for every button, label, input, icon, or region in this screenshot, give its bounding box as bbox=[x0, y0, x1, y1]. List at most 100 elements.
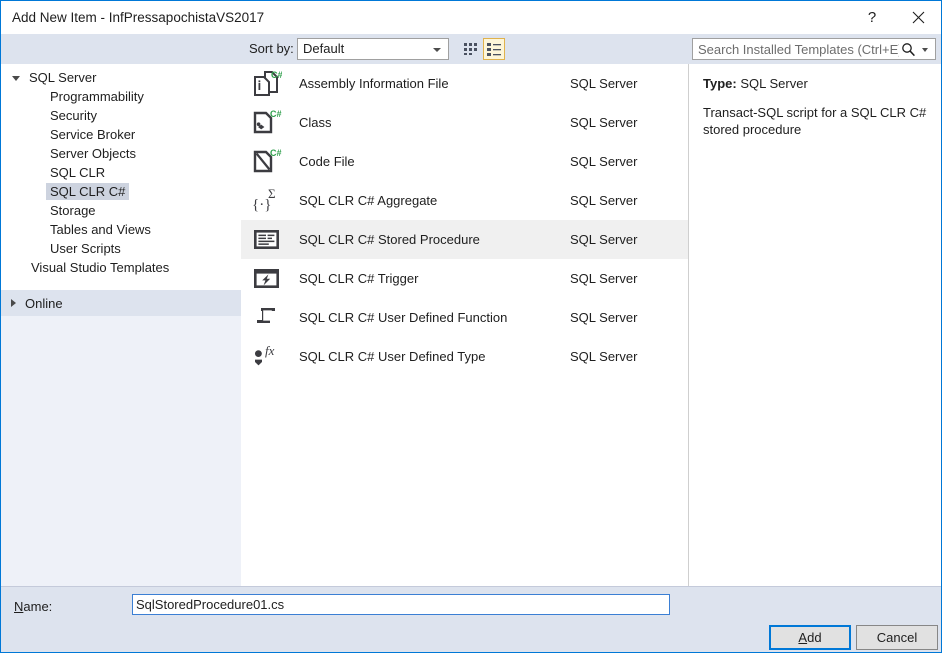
sidebar-group-online[interactable]: Online bbox=[1, 289, 241, 316]
csharp-file-icon: C# bbox=[251, 68, 283, 100]
template-list-item[interactable]: SQL CLR C# Stored Procedure SQL Server bbox=[241, 220, 688, 259]
template-item-origin: SQL Server bbox=[570, 271, 638, 286]
template-list-item[interactable]: fx SQL CLR C# User Defined Type SQL Server bbox=[241, 337, 688, 376]
sidebar-group-online-label: Online bbox=[25, 295, 63, 311]
template-item-name: SQL CLR C# User Defined Function bbox=[299, 310, 508, 325]
svg-text:fx: fx bbox=[265, 343, 275, 358]
csharp-code-file-icon: C# bbox=[251, 146, 283, 178]
search-input[interactable] bbox=[693, 39, 901, 59]
sidebar-tree-item-label: Service Broker bbox=[50, 127, 136, 142]
template-description: Transact-SQL script for a SQL CLR C# sto… bbox=[703, 105, 927, 137]
add-button[interactable]: Add bbox=[769, 625, 851, 650]
template-list-item[interactable]: C# Assembly Information File SQL Server bbox=[241, 64, 688, 103]
sidebar-tree-item[interactable]: Visual Studio Templates bbox=[1, 258, 241, 277]
chevron-down-icon[interactable] bbox=[12, 76, 20, 81]
template-list-item[interactable]: SQL CLR C# User Defined Function SQL Serv… bbox=[241, 298, 688, 337]
template-category-tree: SQL Server Programmability Security Service… bbox=[1, 64, 241, 289]
sort-by-value: Default bbox=[303, 41, 345, 56]
sidebar-tree-item-label: Visual Studio Templates bbox=[31, 260, 170, 275]
list-view-icon bbox=[487, 43, 501, 56]
csharp-class-icon: C# bbox=[251, 107, 283, 139]
svg-text:C#: C# bbox=[270, 109, 282, 119]
name-label-rest: ame: bbox=[23, 599, 53, 614]
chevron-down-icon bbox=[433, 48, 441, 52]
sidebar-tree-item-label: Tables and Views bbox=[50, 222, 151, 237]
add-button-accel: A bbox=[798, 630, 808, 645]
template-item-origin: SQL Server bbox=[570, 76, 638, 91]
template-item-name: Assembly Information File bbox=[299, 76, 449, 91]
template-type-label: Type: bbox=[703, 76, 737, 91]
toolbar: Sort by: Default bbox=[1, 34, 941, 64]
sidebar-tree-item[interactable]: Tables and Views bbox=[1, 220, 241, 239]
cancel-button[interactable]: Cancel bbox=[856, 625, 938, 650]
template-item-origin: SQL Server bbox=[570, 193, 638, 208]
template-details-pane: Type: SQL Server Transact-SQL script for… bbox=[689, 64, 941, 587]
sidebar-tree-item[interactable]: SQL Server bbox=[1, 68, 241, 87]
sidebar-tree-item[interactable]: Security bbox=[1, 106, 241, 125]
name-label: Name: bbox=[14, 599, 52, 614]
grid-view-toggle[interactable] bbox=[460, 38, 482, 60]
template-item-name: SQL CLR C# Stored Procedure bbox=[299, 232, 480, 247]
sidebar: Installed SQL ServerProgrammabilitySecur… bbox=[1, 64, 241, 587]
sidebar-tree-item-label: SQL CLR C# bbox=[46, 183, 130, 200]
sidebar-tree-item[interactable]: Server Objects bbox=[1, 144, 241, 163]
template-list-item[interactable]: C# Code File SQL Server bbox=[241, 142, 688, 181]
name-label-accel: N bbox=[14, 599, 24, 614]
svg-text:{·}: {·} bbox=[252, 197, 271, 213]
template-item-name: SQL CLR C# Aggregate bbox=[299, 193, 438, 208]
template-list: C# Assembly Information File SQL Server C# C… bbox=[241, 64, 689, 587]
help-button[interactable]: ? bbox=[849, 1, 895, 34]
template-type-value: SQL Server bbox=[740, 76, 808, 91]
window-title: Add New Item - InfPressapochistaVS2017 bbox=[12, 10, 265, 25]
chevron-right-icon bbox=[11, 299, 16, 307]
sidebar-tree-item[interactable]: Programmability bbox=[1, 87, 241, 106]
question-mark-icon: ? bbox=[867, 9, 877, 26]
sidebar-tree-item[interactable]: Service Broker bbox=[1, 125, 241, 144]
sidebar-tree-item[interactable]: SQL CLR C# bbox=[1, 182, 241, 201]
sidebar-tree-item[interactable]: SQL CLR bbox=[1, 163, 241, 182]
svg-text:C#: C# bbox=[270, 148, 282, 158]
footer-bar: Name: Add Cancel bbox=[1, 586, 941, 652]
sidebar-tree-item-label: User Scripts bbox=[50, 241, 121, 256]
cancel-button-label: Cancel bbox=[876, 630, 918, 645]
add-button-label-rest: dd bbox=[807, 630, 822, 645]
sort-by-select[interactable]: Default bbox=[297, 38, 449, 60]
template-list-item[interactable]: Σ {·} SQL CLR C# Aggregate SQL Server bbox=[241, 181, 688, 220]
search-icon[interactable] bbox=[901, 42, 916, 57]
template-list-item[interactable]: C# Class SQL Server bbox=[241, 103, 688, 142]
title-bar: Add New Item - InfPressapochistaVS2017 ? bbox=[1, 1, 941, 34]
template-item-origin: SQL Server bbox=[570, 154, 638, 169]
sidebar-tree-item-label: Security bbox=[50, 108, 97, 123]
name-input[interactable] bbox=[132, 594, 670, 615]
grid-view-icon bbox=[464, 43, 477, 55]
template-item-name: Class bbox=[299, 115, 332, 130]
sidebar-tree-item-label: SQL Server bbox=[29, 70, 97, 85]
user-defined-function-icon bbox=[251, 302, 283, 334]
trigger-bolt-icon bbox=[251, 263, 283, 295]
search-options-chevron-icon[interactable] bbox=[922, 48, 928, 52]
aggregate-sigma-icon: Σ {·} bbox=[251, 185, 283, 217]
add-new-item-dialog: Add New Item - InfPressapochistaVS2017 ?… bbox=[0, 0, 942, 653]
template-item-name: Code File bbox=[299, 154, 355, 169]
template-item-origin: SQL Server bbox=[570, 232, 638, 247]
stored-procedure-icon bbox=[251, 224, 283, 256]
svg-text:C#: C# bbox=[271, 70, 282, 80]
search-box[interactable] bbox=[692, 38, 936, 60]
template-item-origin: SQL Server bbox=[570, 349, 638, 364]
template-list-item[interactable]: SQL CLR C# Trigger SQL Server bbox=[241, 259, 688, 298]
sidebar-tree-item[interactable]: User Scripts bbox=[1, 239, 241, 258]
template-item-name: SQL CLR C# Trigger bbox=[299, 271, 419, 286]
sidebar-tree-item-label: Server Objects bbox=[50, 146, 136, 161]
list-view-toggle[interactable] bbox=[483, 38, 505, 60]
template-item-name: SQL CLR C# User Defined Type bbox=[299, 349, 486, 364]
close-icon bbox=[912, 11, 924, 24]
user-defined-type-icon: fx bbox=[251, 341, 283, 373]
template-type-row: Type: SQL Server bbox=[703, 76, 927, 91]
sort-by-label: Sort by: bbox=[249, 41, 294, 56]
sidebar-tree-item-label: SQL CLR bbox=[50, 165, 106, 180]
sidebar-tree-item[interactable]: Storage bbox=[1, 201, 241, 220]
sidebar-tree-item-label: Storage bbox=[50, 203, 96, 218]
template-item-origin: SQL Server bbox=[570, 310, 638, 325]
close-button[interactable] bbox=[895, 1, 941, 34]
sidebar-tree-item-label: Programmability bbox=[50, 89, 144, 104]
